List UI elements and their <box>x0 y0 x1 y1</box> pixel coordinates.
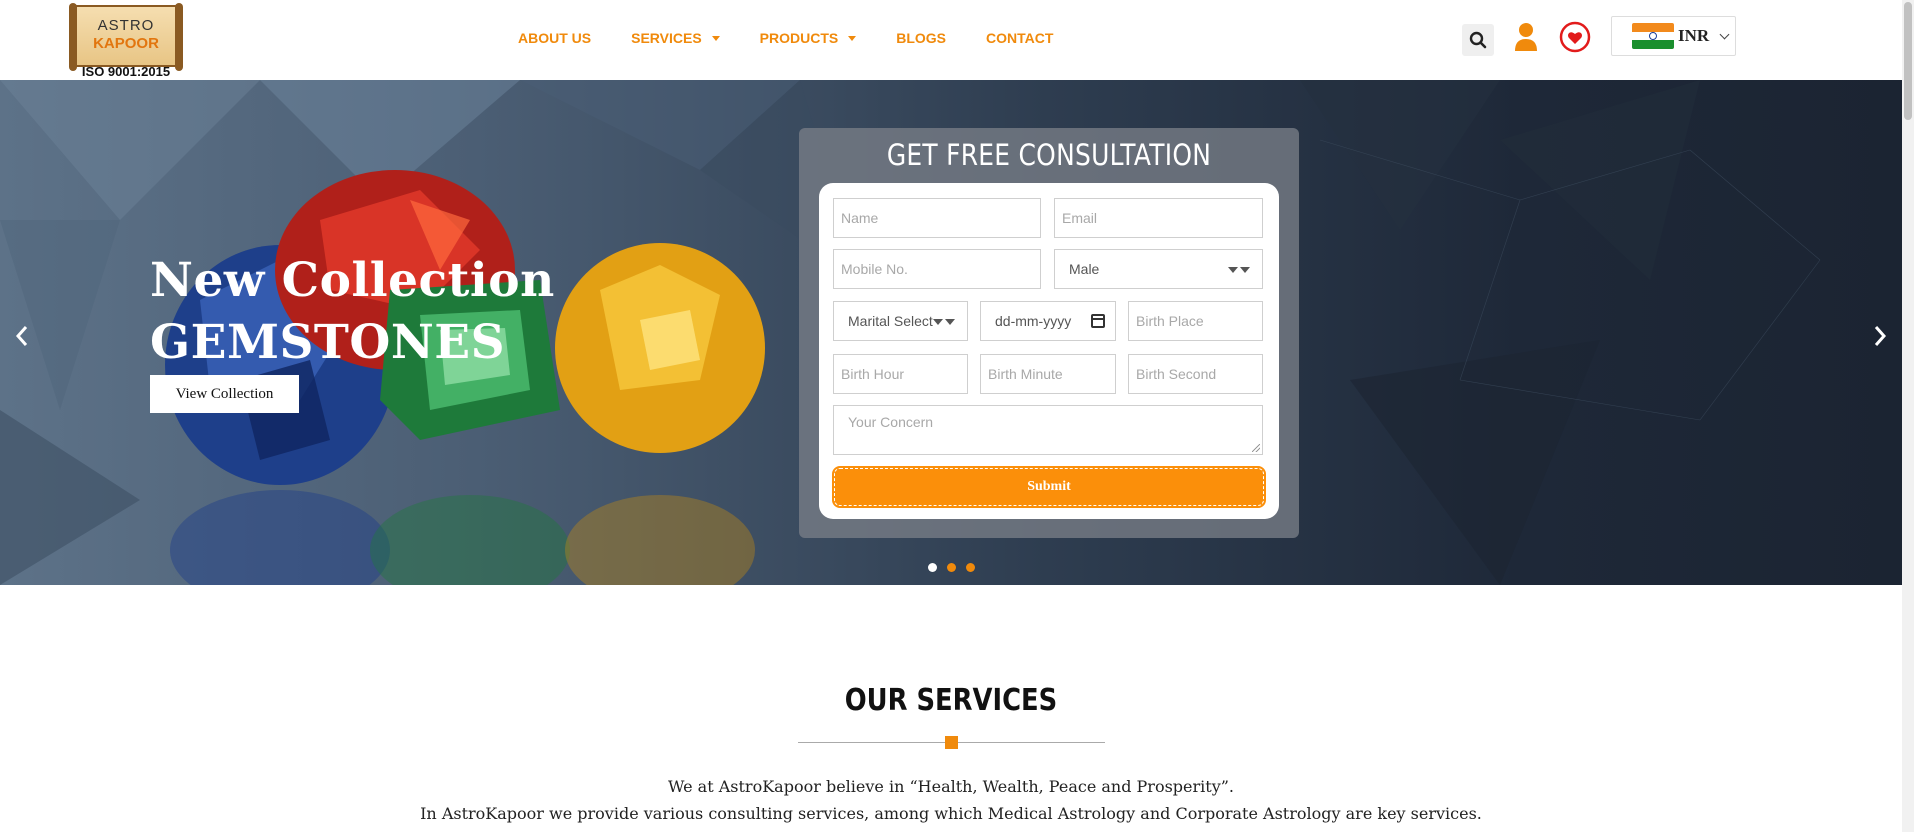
consultation-title: GET FREE CONSULTATION <box>886 138 1212 172</box>
email-field[interactable]: Email <box>1054 198 1263 238</box>
nav-products-label: PRODUCTS <box>759 30 839 46</box>
hero-title-line2: GEMSTONES <box>150 315 506 370</box>
marital-status-select[interactable]: Marital Select <box>833 301 968 341</box>
search-icon <box>1469 31 1487 49</box>
wishlist-heart-icon <box>1559 21 1591 53</box>
nav-about-us[interactable]: ABOUT US <box>518 30 591 46</box>
services-intro-line1: We at AstroKapoor believe in “Health, We… <box>667 777 1235 796</box>
nav-blogs[interactable]: BLOGS <box>896 30 946 46</box>
india-flag-icon <box>1632 23 1674 49</box>
consultation-form: Name Email Mobile No. Male Marital Selec… <box>819 183 1279 519</box>
logo-scroll: ASTRO KAPOOR <box>69 3 183 71</box>
hero-title: New Collection GEMSTONES <box>150 250 555 374</box>
page-scrollbar[interactable] <box>1902 0 1914 832</box>
marital-select-value: Marital Select <box>848 313 933 329</box>
calendar-icon[interactable] <box>1091 314 1105 328</box>
slider-dots <box>928 563 975 572</box>
currency-code: INR <box>1678 26 1710 45</box>
slider-dot-3[interactable] <box>966 563 975 572</box>
chevron-right-icon <box>1874 326 1887 346</box>
consultation-form-box: GET FREE CONSULTATION Name Email Mobile … <box>799 128 1299 538</box>
submit-button[interactable]: Submit <box>832 466 1266 508</box>
chevron-down-icon <box>711 35 720 41</box>
account-button[interactable] <box>1512 22 1540 52</box>
nav-blogs-label: BLOGS <box>896 30 947 46</box>
gender-select-value: Male <box>1069 261 1100 277</box>
nav-about-us-label: ABOUT US <box>518 30 592 46</box>
chevron-left-icon <box>15 326 28 346</box>
services-intro-line2: In AstroKapoor we provide various consul… <box>420 804 1482 823</box>
wishlist-button[interactable] <box>1559 21 1591 53</box>
logo-text-kapoor: KAPOOR <box>93 35 159 52</box>
logo-text-astro: ASTRO <box>97 17 155 34</box>
chevron-down-icon <box>848 35 857 41</box>
scrollbar-thumb[interactable] <box>1904 2 1912 120</box>
nav-services[interactable]: SERVICES <box>631 30 720 46</box>
slider-dot-1[interactable] <box>928 563 937 572</box>
resize-handle[interactable] <box>1252 444 1260 452</box>
hero-title-line1: New Collection <box>150 253 555 308</box>
birth-minute-field[interactable]: Birth Minute <box>980 354 1116 394</box>
dob-date-field[interactable]: dd-mm-yyyy <box>980 301 1116 341</box>
astrokapoor-logo[interactable]: ASTRO KAPOOR ISO 9001:2015 <box>69 3 183 79</box>
main-nav: ABOUT US SERVICES PRODUCTS BLOGS CONTACT <box>518 30 1093 46</box>
search-button[interactable] <box>1462 24 1494 56</box>
dropdown-arrows-icon <box>1228 267 1250 273</box>
prev-slide-button[interactable] <box>12 324 32 348</box>
birth-second-field[interactable]: Birth Second <box>1128 354 1263 394</box>
user-icon <box>1515 23 1537 51</box>
nav-services-label: SERVICES <box>631 30 702 46</box>
name-field[interactable]: Name <box>833 198 1041 238</box>
site-header: ASTRO KAPOOR ISO 9001:2015 ABOUT US SERV… <box>0 0 1902 80</box>
hero-slider: New Collection GEMSTONES View Collection… <box>0 80 1902 585</box>
divider-square <box>945 736 958 749</box>
mobile-field[interactable]: Mobile No. <box>833 249 1041 289</box>
slider-dot-2[interactable] <box>947 563 956 572</box>
nav-products[interactable]: PRODUCTS <box>760 30 857 46</box>
chevron-down-icon <box>1719 29 1730 39</box>
iso-certification: ISO 9001:2015 <box>81 64 171 79</box>
birth-hour-field[interactable]: Birth Hour <box>833 354 968 394</box>
concern-placeholder: Your Concern <box>848 414 934 430</box>
next-slide-button[interactable] <box>1870 324 1890 348</box>
services-heading: OUR SERVICES <box>844 683 1058 718</box>
dropdown-arrows-icon <box>933 319 955 325</box>
currency-selector[interactable]: INR <box>1611 16 1736 56</box>
nav-contact[interactable]: CONTACT <box>986 30 1053 46</box>
concern-textarea[interactable]: Your Concern <box>833 405 1263 455</box>
view-collection-button[interactable]: View Collection <box>150 375 299 413</box>
dob-date-value: dd-mm-yyyy <box>995 313 1072 329</box>
nav-contact-label: CONTACT <box>986 30 1054 46</box>
birth-place-field[interactable]: Birth Place <box>1128 301 1263 341</box>
gender-select[interactable]: Male <box>1054 249 1263 289</box>
